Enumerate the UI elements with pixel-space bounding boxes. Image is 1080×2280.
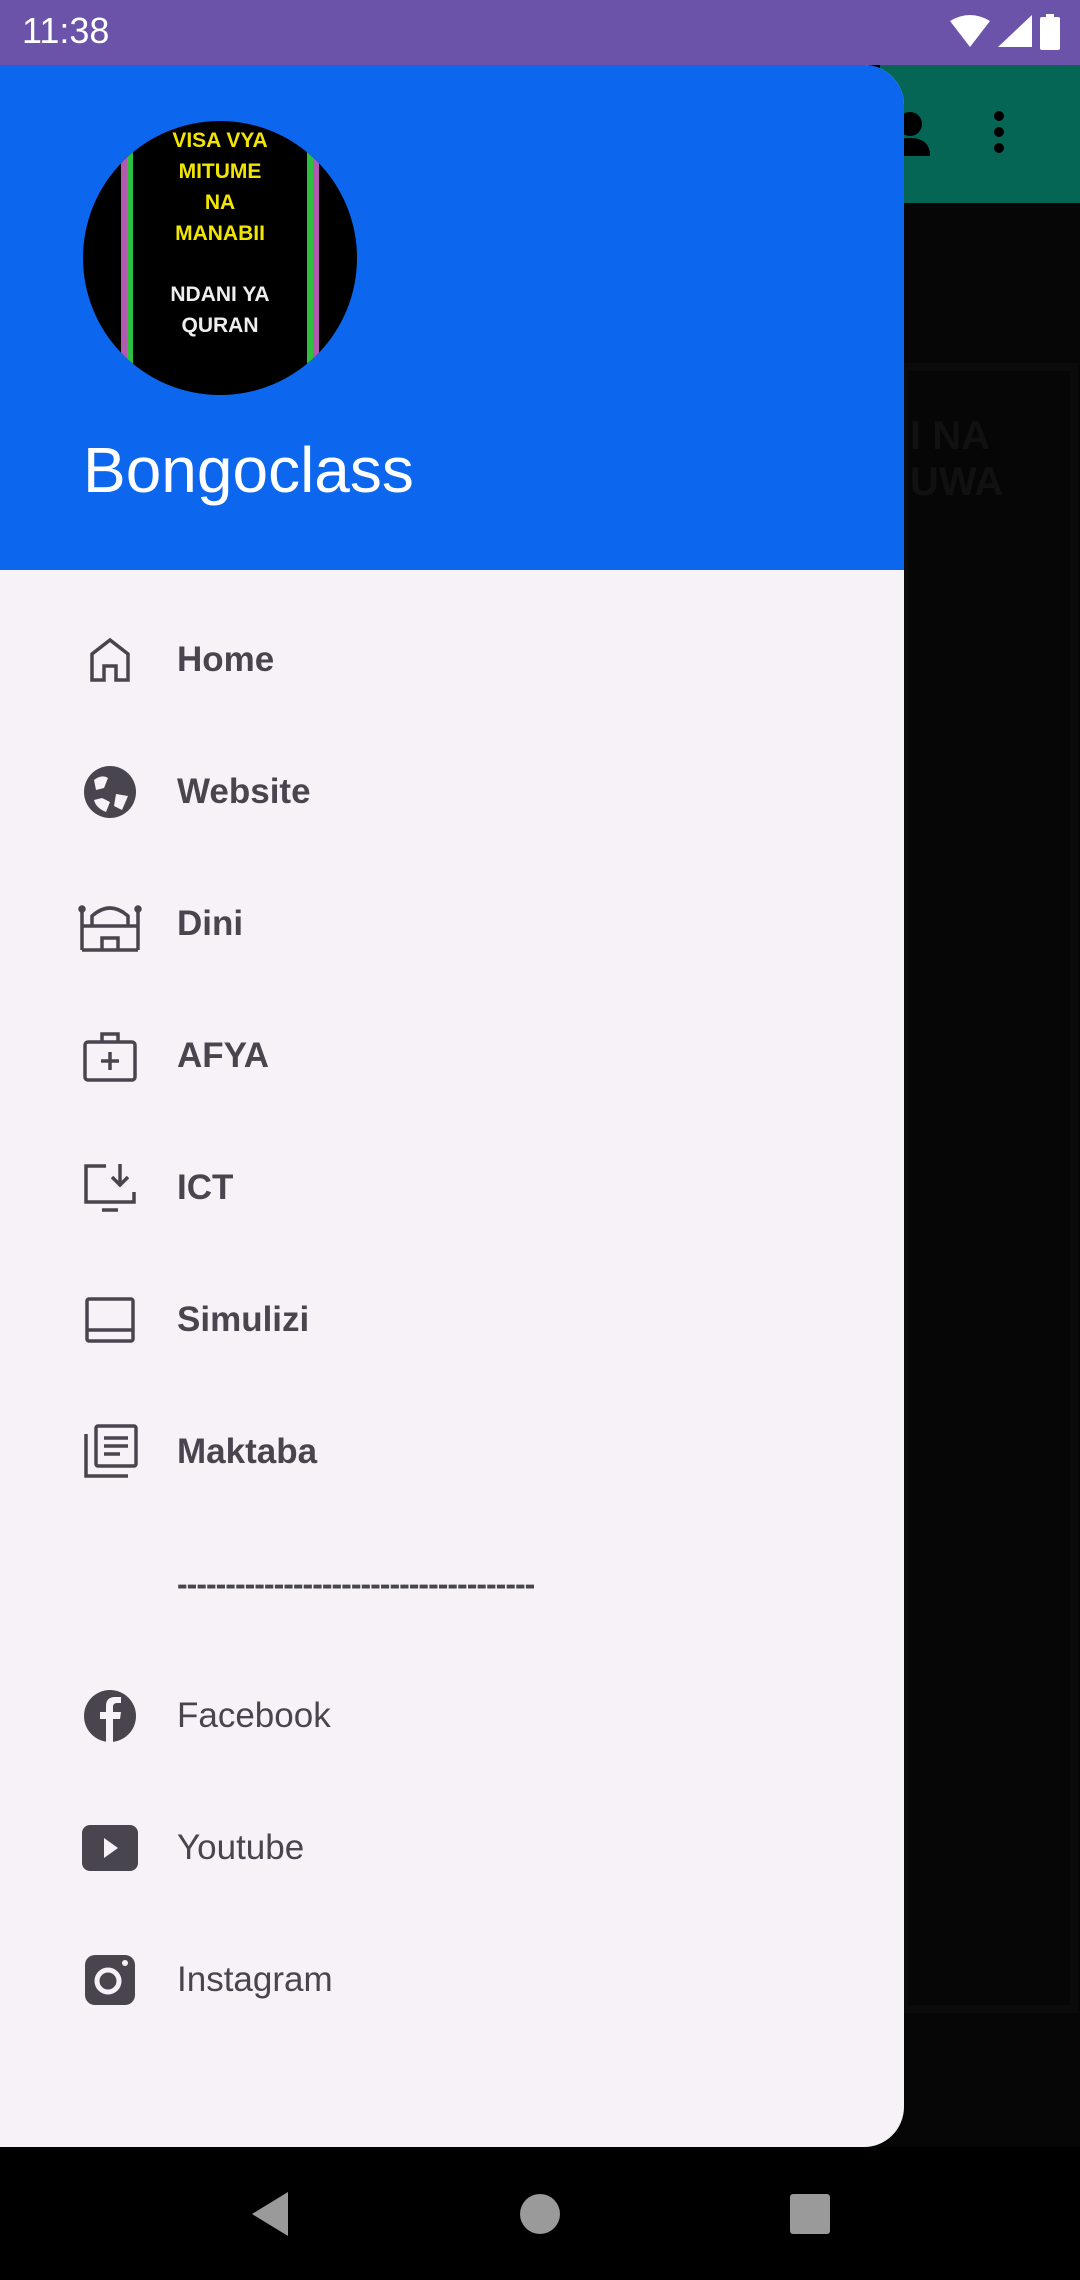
recents-icon[interactable]	[790, 2193, 830, 2234]
background-text: UWA	[910, 460, 1004, 504]
background-app-bar	[880, 65, 1080, 203]
menu-item-afya[interactable]: AFYA	[0, 990, 904, 1122]
mosque-icon	[78, 892, 142, 956]
globe-icon	[78, 760, 142, 824]
menu-item-website[interactable]: Website	[0, 726, 904, 858]
background-text: I NA	[910, 414, 990, 458]
back-icon[interactable]	[250, 2191, 290, 2236]
more-vert-icon[interactable]	[993, 110, 1005, 154]
menu-item-maktaba[interactable]: Maktaba	[0, 1386, 904, 1518]
menu-divider: -------------------------------------	[177, 1565, 535, 1602]
facebook-icon	[78, 1684, 142, 1748]
monitor-download-icon	[78, 1156, 142, 1220]
menu-item-label: Simulizi	[177, 1300, 310, 1339]
menu-item-label: Youtube	[177, 1828, 305, 1867]
laptop-icon	[78, 1288, 142, 1352]
menu-item-label: Instagram	[177, 1960, 333, 1999]
menu-item-ict[interactable]: ICT	[0, 1122, 904, 1254]
menu-item-label: Dini	[177, 904, 244, 943]
background-content: I NA UWA	[880, 203, 1080, 2147]
menu-item-simulizi[interactable]: Simulizi	[0, 1254, 904, 1386]
menu-item-label: Website	[177, 772, 311, 811]
signal-icon	[998, 15, 1032, 47]
drawer-header: VISA VYA MITUME NA MANABII NDANI YA QURAN Bo…	[0, 65, 904, 570]
instagram-icon	[78, 1948, 142, 2012]
library-icon	[78, 1420, 142, 1484]
navigation-drawer: VISA VYA MITUME NA MANABII NDANI YA QURAN Bo…	[0, 65, 904, 2147]
menu-item-label: Maktaba	[177, 1432, 318, 1471]
menu-item-label: ICT	[177, 1168, 234, 1207]
status-bar: 11:38	[0, 0, 1080, 65]
menu-item-instagram[interactable]: Instagram	[0, 1914, 904, 2046]
status-time: 11:38	[22, 10, 110, 51]
menu-item-label: AFYA	[177, 1036, 270, 1075]
menu-item-youtube[interactable]: Youtube	[0, 1782, 904, 1914]
youtube-icon	[78, 1816, 142, 1880]
menu-item-label: Home	[177, 640, 275, 679]
drawer-title: Bongoclass	[83, 434, 414, 506]
system-nav-bar	[0, 2147, 1080, 2280]
battery-icon	[1040, 14, 1060, 50]
home-icon	[78, 628, 142, 692]
home-circle-icon[interactable]	[520, 2193, 560, 2234]
drawer-menu: Home Website Dini AFYA ICT Simulizi Makt…	[0, 594, 904, 2046]
menu-item-facebook[interactable]: Facebook	[0, 1650, 904, 1782]
wifi-icon	[950, 15, 990, 47]
medical-kit-icon	[78, 1024, 142, 1088]
menu-item-dini[interactable]: Dini	[0, 858, 904, 990]
menu-item-label: Facebook	[177, 1696, 331, 1735]
menu-item-home[interactable]: Home	[0, 594, 904, 726]
avatar: VISA VYA MITUME NA MANABII NDANI YA QURAN	[83, 121, 357, 395]
